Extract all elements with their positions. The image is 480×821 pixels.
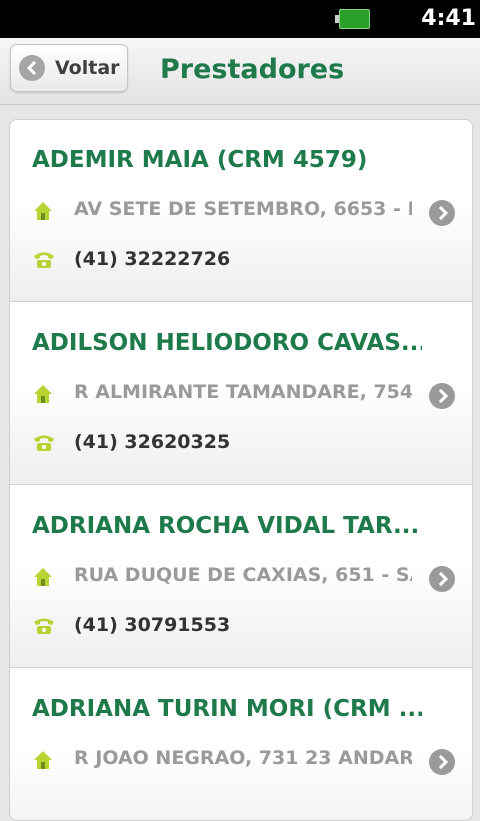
provider-address: AV SETE DE SETEMBRO, 6653 - BATEL — [74, 198, 412, 220]
title-bar: Voltar Prestadores — [0, 38, 480, 105]
status-bar: 4:41 PM — [0, 0, 480, 63]
provider-name: ADRIANA TURIN MORI (CRM ... — [32, 696, 422, 722]
home-icon — [34, 385, 52, 403]
provider-phone[interactable]: (41) 30791553 — [74, 614, 230, 636]
provider-address: R JOAO NEGRAO, 731 23 ANDAR - — [74, 747, 412, 769]
home-icon — [34, 202, 52, 220]
list-item[interactable]: ADEMIR MAIA (CRM 4579) AV SETE DE SETEMB… — [10, 120, 472, 302]
provider-address: RUA DUQUE DE CAXIAS, 651 - SAO — [74, 564, 412, 586]
provider-name: ADILSON HELIODORO CAVAS... — [32, 330, 422, 356]
back-button[interactable]: Voltar — [10, 44, 128, 92]
provider-address: R ALMIRANTE TAMANDARE, 754 SALA — [74, 381, 412, 403]
battery-icon — [335, 9, 370, 29]
chevron-right-icon[interactable] — [429, 200, 455, 226]
back-button-label: Voltar — [55, 57, 120, 79]
provider-phone[interactable]: (41) 32620325 — [74, 431, 230, 453]
home-icon — [34, 751, 52, 769]
list-item[interactable]: ADILSON HELIODORO CAVAS... R ALMIRANTE T… — [10, 303, 472, 485]
chevron-right-icon[interactable] — [429, 566, 455, 592]
chevron-right-icon[interactable] — [429, 383, 455, 409]
provider-name: ADEMIR MAIA (CRM 4579) — [32, 147, 368, 173]
status-clock: 4:41 PM — [421, 6, 476, 63]
provider-list: ADEMIR MAIA (CRM 4579) AV SETE DE SETEMB… — [9, 119, 473, 821]
phone-icon — [34, 618, 54, 634]
phone-icon — [34, 252, 54, 268]
list-item[interactable]: ADRIANA ROCHA VIDAL TAR... RUA DUQUE DE … — [10, 486, 472, 668]
list-item[interactable]: ADRIANA TURIN MORI (CRM ... R JOAO NEGRA… — [10, 669, 472, 820]
phone-icon — [34, 435, 54, 451]
home-icon — [34, 568, 52, 586]
provider-name: ADRIANA ROCHA VIDAL TAR... — [32, 513, 420, 539]
chevron-right-icon[interactable] — [429, 749, 455, 775]
page-title: Prestadores — [160, 54, 345, 85]
provider-phone[interactable]: (41) 32222726 — [74, 248, 230, 270]
chevron-left-icon — [19, 55, 45, 81]
